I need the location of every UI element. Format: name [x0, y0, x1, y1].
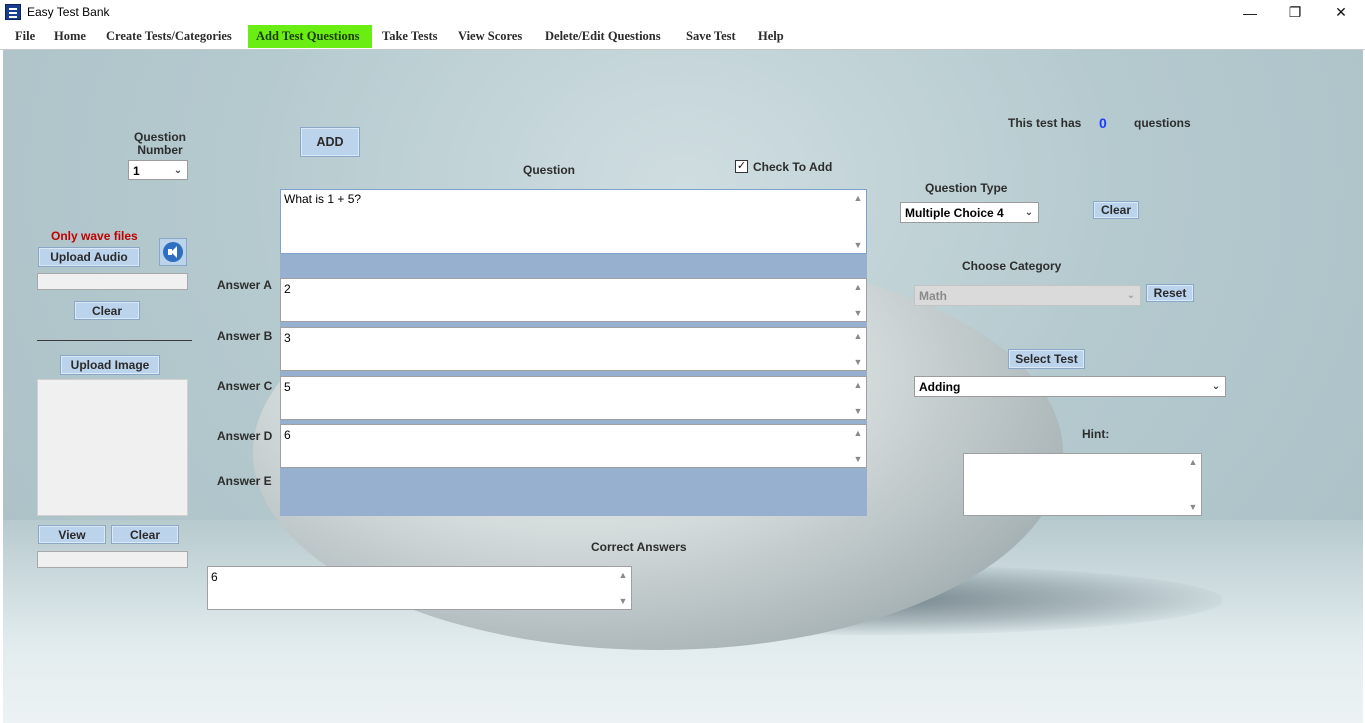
chevron-down-icon: ⌄ [173, 164, 183, 176]
test-has-label: This test has [1008, 116, 1082, 130]
audio-warning-label: Only wave files [51, 229, 138, 243]
add-button[interactable]: ADD [300, 127, 360, 157]
test-select[interactable]: Adding ⌄ [914, 376, 1226, 397]
speaker-icon [163, 242, 183, 262]
answer-c-text: 5 [284, 380, 291, 394]
question-type-value: Multiple Choice 4 [905, 206, 1004, 220]
scroll-down-icon[interactable]: ▼ [852, 453, 864, 465]
chevron-down-icon: ⌄ [1024, 206, 1034, 218]
restore-button[interactable]: ❐ [1272, 0, 1318, 25]
answer-b-label: Answer B [217, 329, 273, 343]
check-to-add-label: Check To Add [753, 160, 833, 174]
category-value: Math [919, 289, 947, 303]
answer-b-text: 3 [284, 331, 291, 345]
category-select[interactable]: Math ⌄ [914, 285, 1141, 306]
answer-a-textarea[interactable]: 2 ▲ ▼ [280, 278, 867, 322]
questions-label: questions [1134, 116, 1191, 130]
menu-help[interactable]: Help [750, 25, 792, 48]
audio-file-field[interactable] [37, 273, 188, 290]
answer-d-label: Answer D [217, 429, 273, 443]
scroll-up-icon[interactable]: ▲ [852, 379, 864, 391]
menu-file[interactable]: File [7, 25, 43, 48]
answer-e-area[interactable] [280, 470, 867, 516]
answer-c-scrollbar[interactable]: ▲ ▼ [852, 379, 864, 417]
scroll-up-icon[interactable]: ▲ [852, 330, 864, 342]
question-count: 0 [1099, 115, 1107, 131]
menu-create-tests-categories[interactable]: Create Tests/Categories [98, 25, 240, 48]
image-file-field[interactable] [37, 551, 188, 568]
view-image-button[interactable]: View [38, 525, 106, 544]
question-type-label: Question Type [925, 181, 1008, 195]
upload-image-button[interactable]: Upload Image [60, 355, 160, 375]
hint-label: Hint: [1082, 427, 1110, 441]
correct-answers-textarea[interactable]: 6 ▲ ▼ [207, 566, 632, 610]
choose-category-label: Choose Category [962, 259, 1062, 273]
answer-c-label: Answer C [217, 379, 273, 393]
menu-home[interactable]: Home [46, 25, 94, 48]
scroll-up-icon[interactable]: ▲ [852, 281, 864, 293]
hint-scrollbar[interactable]: ▲ ▼ [1187, 456, 1199, 513]
scroll-down-icon[interactable]: ▼ [852, 239, 864, 251]
answer-d-textarea[interactable]: 6 ▲ ▼ [280, 424, 867, 468]
question-type-clear-button[interactable]: Clear [1093, 201, 1139, 219]
answer-b-textarea[interactable]: 3 ▲ ▼ [280, 327, 867, 371]
menu-add-test-questions[interactable]: Add Test Questions [248, 25, 372, 48]
menu-view-scores[interactable]: View Scores [450, 25, 530, 48]
scroll-up-icon[interactable]: ▲ [617, 569, 629, 581]
reset-category-button[interactable]: Reset [1146, 284, 1194, 302]
upload-audio-button[interactable]: Upload Audio [38, 247, 140, 267]
clear-image-button[interactable]: Clear [111, 525, 179, 544]
question-number-select[interactable]: 1 ⌄ [128, 160, 188, 180]
chevron-down-icon: ⌄ [1211, 380, 1221, 392]
scroll-up-icon[interactable]: ▲ [852, 427, 864, 439]
answer-e-label: Answer E [217, 474, 272, 488]
question-textarea[interactable]: What is 1 + 5? ▲ ▼ [280, 189, 867, 254]
check-to-add-checkbox[interactable]: ✓ [735, 160, 748, 173]
app-icon [5, 4, 21, 20]
question-number-value: 1 [133, 164, 140, 178]
scroll-up-icon[interactable]: ▲ [852, 192, 864, 204]
scroll-down-icon[interactable]: ▼ [852, 405, 864, 417]
menu-take-tests[interactable]: Take Tests [374, 25, 445, 48]
answer-d-scrollbar[interactable]: ▲ ▼ [852, 427, 864, 465]
hint-textarea[interactable]: ▲ ▼ [963, 453, 1202, 516]
close-button[interactable]: ✕ [1318, 0, 1364, 25]
chevron-down-icon: ⌄ [1126, 289, 1136, 301]
answer-d-text: 6 [284, 428, 291, 442]
answer-a-scrollbar[interactable]: ▲ ▼ [852, 281, 864, 319]
question-text: What is 1 + 5? [284, 192, 362, 206]
menu-delete-edit-questions[interactable]: Delete/Edit Questions [537, 25, 669, 48]
scroll-down-icon[interactable]: ▼ [852, 307, 864, 319]
answer-c-textarea[interactable]: 5 ▲ ▼ [280, 376, 867, 420]
left-divider [37, 340, 192, 341]
speaker-play-button[interactable] [159, 238, 187, 266]
scroll-down-icon[interactable]: ▼ [852, 356, 864, 368]
title-bar: Easy Test Bank — ❐ ✕ [0, 0, 1365, 25]
scroll-down-icon[interactable]: ▼ [1187, 501, 1199, 513]
question-number-label: Question Number [133, 130, 186, 157]
window-title: Easy Test Bank [27, 5, 110, 19]
image-preview [37, 379, 188, 516]
question-type-select[interactable]: Multiple Choice 4 ⌄ [900, 202, 1039, 223]
menu-bar: File Home Create Tests/Categories Add Te… [0, 25, 1365, 50]
clear-audio-button[interactable]: Clear [74, 301, 140, 320]
minimize-button[interactable]: — [1227, 0, 1273, 25]
answer-a-label: Answer A [217, 278, 272, 292]
client-area: Question Number 1 ⌄ Only wave files Uplo… [3, 50, 1363, 723]
answer-a-text: 2 [284, 282, 291, 296]
test-value: Adding [919, 380, 961, 394]
select-test-button[interactable]: Select Test [1008, 349, 1085, 369]
scroll-up-icon[interactable]: ▲ [1187, 456, 1199, 468]
menu-save-test[interactable]: Save Test [678, 25, 744, 48]
correct-answers-text: 6 [211, 570, 218, 584]
correct-answers-label: Correct Answers [591, 540, 687, 554]
correct-answers-scrollbar[interactable]: ▲ ▼ [617, 569, 629, 607]
question-scrollbar[interactable]: ▲ ▼ [852, 192, 864, 251]
question-label: Question [523, 163, 576, 177]
answer-b-scrollbar[interactable]: ▲ ▼ [852, 330, 864, 368]
scroll-down-icon[interactable]: ▼ [617, 595, 629, 607]
